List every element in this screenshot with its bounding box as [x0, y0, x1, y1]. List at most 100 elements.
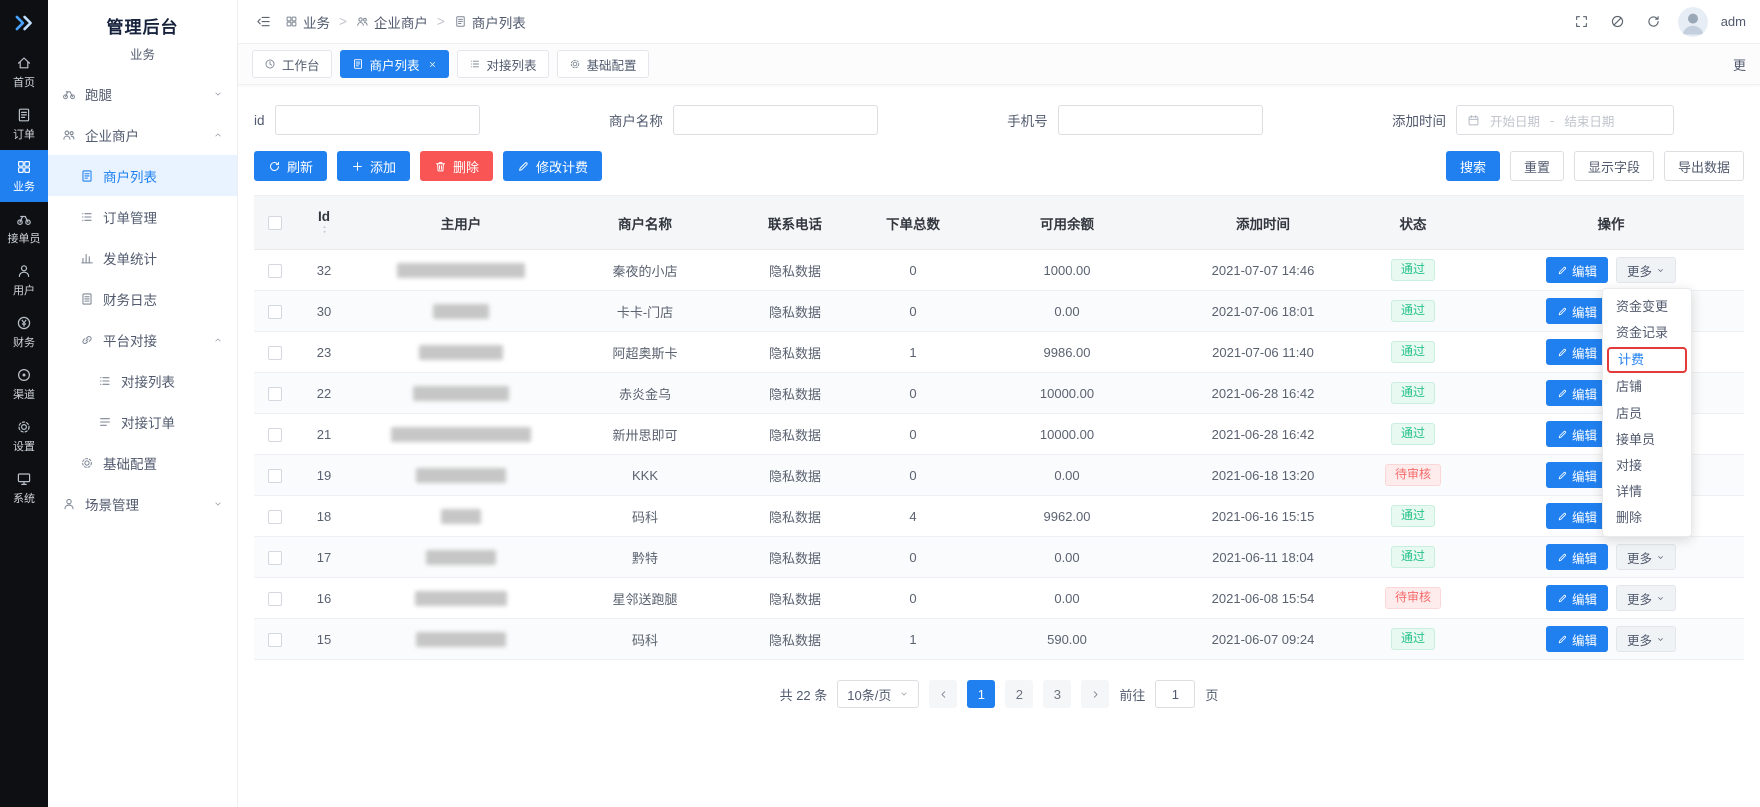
- edit-button[interactable]: 编辑: [1546, 503, 1608, 529]
- row-checkbox[interactable]: [268, 551, 282, 565]
- more-button[interactable]: 更多: [1616, 626, 1676, 652]
- breadcrumb-item-business[interactable]: 业务: [285, 12, 330, 32]
- row-checkbox[interactable]: [268, 510, 282, 524]
- edit-button[interactable]: 编辑: [1546, 257, 1608, 283]
- dropdown-item-6[interactable]: 对接: [1603, 453, 1691, 479]
- tab-link-list[interactable]: 对接列表: [457, 50, 549, 78]
- rail-item-business[interactable]: 业务: [0, 150, 48, 202]
- sidebar-item-platform-link[interactable]: 平台对接: [48, 319, 237, 360]
- table-row: 22 赤炎金乌 隐私数据 0 10000.00 2021-06-28 16:42…: [254, 373, 1744, 414]
- cell-time: 2021-07-06 18:01: [1178, 291, 1348, 332]
- dropdown-item-4[interactable]: 店员: [1603, 401, 1691, 427]
- more-button[interactable]: 更多: [1616, 585, 1676, 611]
- dropdown-item-1[interactable]: 资金记录: [1603, 320, 1691, 346]
- export-data-button[interactable]: 导出数据: [1664, 151, 1744, 181]
- edit-button[interactable]: 编辑: [1546, 462, 1608, 488]
- redacted-main-user: [419, 345, 503, 360]
- sidebar-item-link-list[interactable]: 对接列表: [48, 360, 237, 401]
- sidebar-item-errand[interactable]: 跑腿: [48, 73, 237, 114]
- refresh-button[interactable]: 刷新: [254, 151, 327, 181]
- sidebar-item-merchant-list[interactable]: 商户列表: [48, 155, 237, 196]
- sidebar-item-finance-log[interactable]: 财务日志: [48, 278, 237, 319]
- phone-input[interactable]: [1058, 105, 1263, 135]
- row-checkbox[interactable]: [268, 387, 282, 401]
- username-label[interactable]: adm: [1721, 14, 1746, 29]
- rail-item-users[interactable]: 用户: [0, 254, 48, 306]
- user-avatar[interactable]: [1678, 7, 1708, 37]
- tabs-more-button[interactable]: 更: [1725, 55, 1746, 74]
- sidebar-item-base-config[interactable]: 基础配置: [48, 442, 237, 483]
- rail-item-finance[interactable]: 财务: [0, 306, 48, 358]
- tab-merchant-list[interactable]: 商户列表: [340, 50, 449, 78]
- more-button[interactable]: 更多: [1616, 544, 1676, 570]
- sidebar-item-link-orders[interactable]: 对接订单: [48, 401, 237, 442]
- pagination-total: 共 22 条: [780, 685, 828, 704]
- rail-item-settings[interactable]: 设置: [0, 410, 48, 462]
- cell-balance: 10000.00: [956, 414, 1178, 455]
- fullscreen-button[interactable]: [1570, 10, 1593, 33]
- row-checkbox[interactable]: [268, 633, 282, 647]
- rail-item-channels[interactable]: 渠道: [0, 358, 48, 410]
- merchant-name-input[interactable]: [673, 105, 878, 135]
- refresh-page-button[interactable]: [1642, 10, 1665, 33]
- col-header-id[interactable]: Id: [296, 196, 352, 250]
- breadcrumb-item-merchant-list[interactable]: 商户列表: [454, 12, 526, 32]
- phone-filter-label: 手机号: [1007, 110, 1048, 130]
- tab-workbench[interactable]: 工作台: [252, 50, 332, 78]
- dropdown-item-3[interactable]: 店铺: [1603, 374, 1691, 400]
- dropdown-item-2[interactable]: 计费: [1607, 347, 1687, 373]
- reset-button[interactable]: 重置: [1510, 151, 1564, 181]
- search-button[interactable]: 搜索: [1446, 151, 1500, 181]
- row-checkbox[interactable]: [268, 469, 282, 483]
- more-button[interactable]: 更多: [1616, 257, 1676, 283]
- sidebar-item-order-management[interactable]: 订单管理: [48, 196, 237, 237]
- select-all-checkbox[interactable]: [268, 216, 282, 230]
- breadcrumb-item-enterprise-merchants[interactable]: 企业商户: [356, 12, 428, 32]
- dropdown-item-7[interactable]: 详情: [1603, 479, 1691, 505]
- show-fields-button[interactable]: 显示字段: [1574, 151, 1654, 181]
- sidebar-collapse-button[interactable]: [252, 10, 275, 33]
- edit-billing-button[interactable]: 修改计费: [503, 151, 602, 181]
- page-size-select[interactable]: 10条/页: [837, 680, 919, 708]
- edit-button[interactable]: 编辑: [1546, 421, 1608, 447]
- edit-button[interactable]: 编辑: [1546, 298, 1608, 324]
- sidebar-item-enterprise-merchants[interactable]: 企业商户: [48, 114, 237, 155]
- cell-time: 2021-06-18 13:20: [1178, 455, 1348, 496]
- prev-page-button[interactable]: [929, 680, 957, 708]
- row-checkbox[interactable]: [268, 592, 282, 606]
- edit-button[interactable]: 编辑: [1546, 339, 1608, 365]
- row-checkbox[interactable]: [268, 428, 282, 442]
- date-range-picker[interactable]: 开始日期 - 结束日期: [1456, 105, 1674, 135]
- lock-screen-button[interactable]: [1606, 10, 1629, 33]
- rail-item-couriers[interactable]: 接单员: [0, 202, 48, 254]
- rail-item-home[interactable]: 首页: [0, 46, 48, 98]
- page-2-button[interactable]: 2: [1005, 680, 1033, 708]
- select-all-cell: [254, 196, 296, 250]
- goto-page-input[interactable]: [1155, 680, 1195, 708]
- edit-button[interactable]: 编辑: [1546, 544, 1608, 570]
- dropdown-item-8[interactable]: 删除: [1603, 505, 1691, 531]
- row-checkbox[interactable]: [268, 305, 282, 319]
- delete-button[interactable]: 删除: [420, 151, 493, 181]
- dropdown-item-0[interactable]: 资金变更: [1603, 294, 1691, 320]
- dropdown-item-5[interactable]: 接单员: [1603, 427, 1691, 453]
- sidebar-item-dispatch-stats[interactable]: 发单统计: [48, 237, 237, 278]
- edit-button[interactable]: 编辑: [1546, 380, 1608, 406]
- page-3-button[interactable]: 3: [1043, 680, 1071, 708]
- edit-button[interactable]: 编辑: [1546, 585, 1608, 611]
- list-icon: [80, 210, 94, 224]
- rail-item-system[interactable]: 系统: [0, 462, 48, 514]
- action-bar: 刷新 添加 删除 修改计费 搜索 重置 显示字段 导出数据: [254, 151, 1744, 181]
- pencil-icon: [1557, 306, 1568, 317]
- page-1-button[interactable]: 1: [967, 680, 995, 708]
- id-filter-input[interactable]: [275, 105, 480, 135]
- row-checkbox[interactable]: [268, 346, 282, 360]
- rail-item-orders[interactable]: 订单: [0, 98, 48, 150]
- add-button[interactable]: 添加: [337, 151, 410, 181]
- sidebar-item-scene-management[interactable]: 场景管理: [48, 483, 237, 524]
- tab-base-config[interactable]: 基础配置: [557, 50, 649, 78]
- row-checkbox[interactable]: [268, 264, 282, 278]
- edit-button[interactable]: 编辑: [1546, 626, 1608, 652]
- app-logo[interactable]: [0, 0, 48, 46]
- next-page-button[interactable]: [1081, 680, 1109, 708]
